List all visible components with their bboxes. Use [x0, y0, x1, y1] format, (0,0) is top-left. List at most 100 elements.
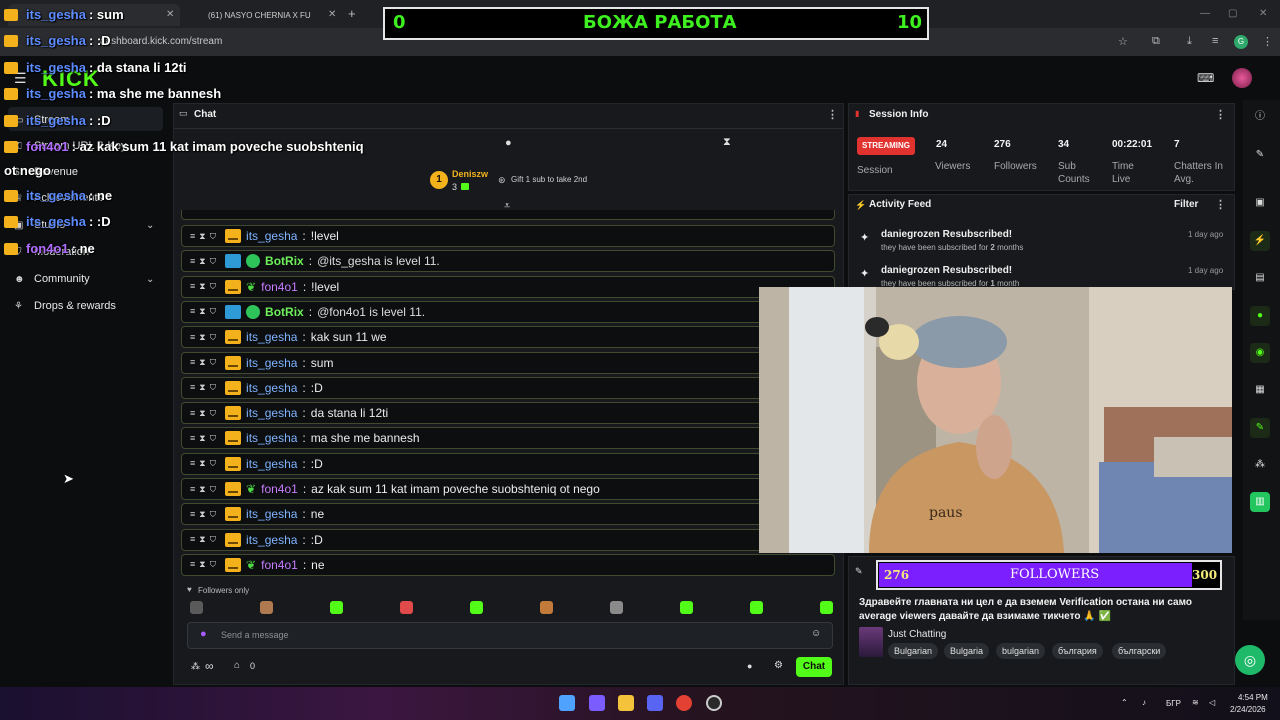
url-input[interactable]: dashboard.kick.com/stream [100, 36, 222, 47]
edit-icon[interactable]: ✎ [1250, 145, 1270, 165]
discord-icon[interactable] [647, 695, 663, 711]
chat-message[interactable]: ≡⧗⛉ ❦ fon4o1: ne [181, 553, 835, 576]
chat-message[interactable]: ≡⧗⛉ its_gesha::D [181, 528, 835, 551]
hourglass-icon[interactable]: ⧗ [723, 136, 731, 149]
file-explorer-icon[interactable] [618, 695, 634, 711]
chat-username[interactable]: its_gesha [246, 431, 297, 445]
emote-8-icon[interactable] [680, 601, 693, 614]
app-launcher-icon[interactable]: ▥ [1250, 492, 1270, 512]
nav-item-drops-rewards[interactable]: ⚘ Drops & rewards [14, 300, 116, 312]
chat-username[interactable]: fon4o1 [261, 280, 298, 294]
chat-message[interactable]: ≡⧗⛉ BotRix: @its_gesha is level 11. [181, 250, 835, 273]
emote-5-icon[interactable] [470, 601, 483, 614]
bookmark-star-icon[interactable]: ☆ [1118, 35, 1128, 48]
chat-username[interactable]: its_gesha [246, 330, 297, 344]
nav-item-community[interactable]: ☻ Community [14, 273, 90, 285]
lightning-icon[interactable]: ⚡ [1250, 231, 1270, 251]
profile-avatar-icon[interactable]: G [1234, 35, 1248, 49]
chat-username[interactable]: its_gesha [246, 356, 297, 370]
new-tab-button[interactable]: + [348, 6, 356, 21]
mic-icon[interactable]: ● [200, 628, 207, 640]
chat-username[interactable]: BotRix [265, 305, 304, 319]
chat-username[interactable]: its_gesha [246, 406, 297, 420]
emote-3-icon[interactable] [330, 601, 343, 614]
emote-1-icon[interactable] [190, 601, 203, 614]
session-icon[interactable]: ▦ [1250, 380, 1270, 400]
points-icon[interactable]: ⁂ [191, 661, 200, 672]
chat-username[interactable]: its_gesha [246, 457, 297, 471]
emote-7-icon[interactable] [610, 601, 623, 614]
emote-10-icon[interactable] [820, 601, 833, 614]
chat-icon[interactable]: ● [1250, 306, 1270, 326]
start-icon[interactable] [559, 695, 575, 711]
tag[interactable]: българия [1052, 643, 1103, 659]
gifter-name[interactable]: Deniszw [452, 169, 488, 179]
clock-time[interactable]: 4:54 PM [1238, 693, 1268, 702]
message-mod-actions-icon[interactable]: ≡⧗⛉ [190, 357, 220, 368]
chat-username[interactable]: its_gesha [246, 507, 297, 521]
message-mod-actions-icon[interactable]: ≡⧗⛉ [190, 281, 220, 292]
emoji-icon[interactable]: ☺ [811, 628, 821, 639]
filter-button[interactable]: Filter [1174, 199, 1198, 210]
clock-date[interactable]: 2/24/2026 [1230, 705, 1266, 714]
emote-2-icon[interactable] [260, 601, 273, 614]
store-icon[interactable]: ⌂ [234, 660, 240, 671]
message-mod-actions-icon[interactable]: ≡⧗⛉ [190, 231, 220, 242]
chat-message[interactable]: ≡⧗⛉ its_gesha::D [181, 452, 835, 475]
tag[interactable]: bulgarian [996, 643, 1046, 659]
extensions-icon[interactable]: ⧉ [1152, 35, 1160, 48]
emote-9-icon[interactable] [750, 601, 763, 614]
message-mod-actions-icon[interactable]: ≡⧗⛉ [190, 256, 220, 267]
close-window-icon[interactable]: ✕ [1259, 8, 1267, 19]
chat-message[interactable]: ≡⧗⛉ its_gesha: ne [181, 503, 835, 526]
chevron-down-icon[interactable]: ⌄ [146, 274, 154, 285]
user-avatar[interactable] [1232, 68, 1252, 88]
chat-message[interactable]: ≡⧗⛉ its_gesha: sum [181, 351, 835, 374]
chevron-down-icon[interactable]: ⌄ [146, 220, 154, 231]
support-icon[interactable]: ◎ [1235, 645, 1265, 675]
tray-chevron-icon[interactable]: ⌃ [1121, 698, 1128, 707]
chat-message[interactable]: ≡⧗⛉ its_gesha: kak sun 11 we [181, 326, 835, 349]
download-icon[interactable]: ⤓ [1187, 35, 1192, 48]
chat-message[interactable]: ≡⧗⛉ its_gesha::D [181, 376, 835, 399]
studio-icon[interactable]: ⌨ [1197, 71, 1214, 85]
browser-tab-youtube[interactable]: (61) NASYO CHERNIA X FU [190, 4, 340, 26]
message-mod-actions-icon[interactable]: ≡⧗⛉ [190, 559, 220, 570]
tag[interactable]: Bulgaria [944, 643, 990, 659]
chat-username[interactable]: its_gesha [246, 533, 297, 547]
message-mod-actions-icon[interactable]: ≡⧗⛉ [190, 433, 220, 444]
emote-4-icon[interactable] [400, 601, 413, 614]
chat-settings-bubble-icon[interactable]: ● [747, 661, 752, 671]
info-icon[interactable]: ⓘ [1250, 107, 1270, 127]
browser-menu-icon[interactable]: ⋮ [1262, 35, 1273, 48]
session-menu-icon[interactable]: ⋮ [1215, 108, 1226, 121]
chat-input-placeholder[interactable]: Send a message [221, 630, 289, 640]
chat-message[interactable]: ≡⧗⛉ BotRix: @fon4o1 is level 11. [181, 300, 835, 323]
broadcast-icon[interactable]: ◉ [1250, 343, 1270, 363]
notes-icon[interactable]: ▤ [1250, 268, 1270, 288]
volume-icon[interactable]: ◁ [1209, 698, 1215, 707]
community-icon[interactable]: ⁂ [1250, 455, 1270, 475]
gear-icon[interactable]: ⚙ [774, 660, 783, 671]
message-mod-actions-icon[interactable]: ≡⧗⛉ [190, 332, 220, 343]
wrench-icon[interactable]: ✎ [1250, 418, 1270, 438]
chat-message[interactable]: ≡⧗⛉ ❦ fon4o1: az kak sum 11 kat imam povech… [181, 478, 835, 500]
tab-close-icon[interactable]: ✕ [166, 9, 174, 20]
message-mod-actions-icon[interactable]: ≡⧗⛉ [190, 382, 220, 393]
wifi-icon[interactable]: ≋ [1192, 698, 1199, 707]
activity-menu-icon[interactable]: ⋮ [1215, 198, 1226, 211]
minimize-icon[interactable]: — [1200, 8, 1210, 19]
chat-username[interactable]: its_gesha [246, 381, 297, 395]
message-mod-actions-icon[interactable]: ≡⧗⛉ [190, 509, 220, 520]
chat-username[interactable]: BotRix [265, 254, 304, 268]
chat-username[interactable]: its_gesha [246, 229, 297, 243]
screen-icon[interactable]: ▣ [1250, 193, 1270, 213]
category-name[interactable]: Just Chatting [888, 629, 946, 640]
maximize-icon[interactable]: ▢ [1228, 8, 1237, 19]
message-mod-actions-icon[interactable]: ≡⧗⛉ [190, 408, 220, 419]
task-view-icon[interactable] [589, 695, 605, 711]
message-mod-actions-icon[interactable]: ≡⧗⛉ [190, 534, 220, 545]
message-mod-actions-icon[interactable]: ≡⧗⛉ [190, 306, 220, 317]
pinned-message-icon[interactable]: ● [505, 137, 512, 149]
chat-username[interactable]: fon4o1 [261, 482, 298, 496]
